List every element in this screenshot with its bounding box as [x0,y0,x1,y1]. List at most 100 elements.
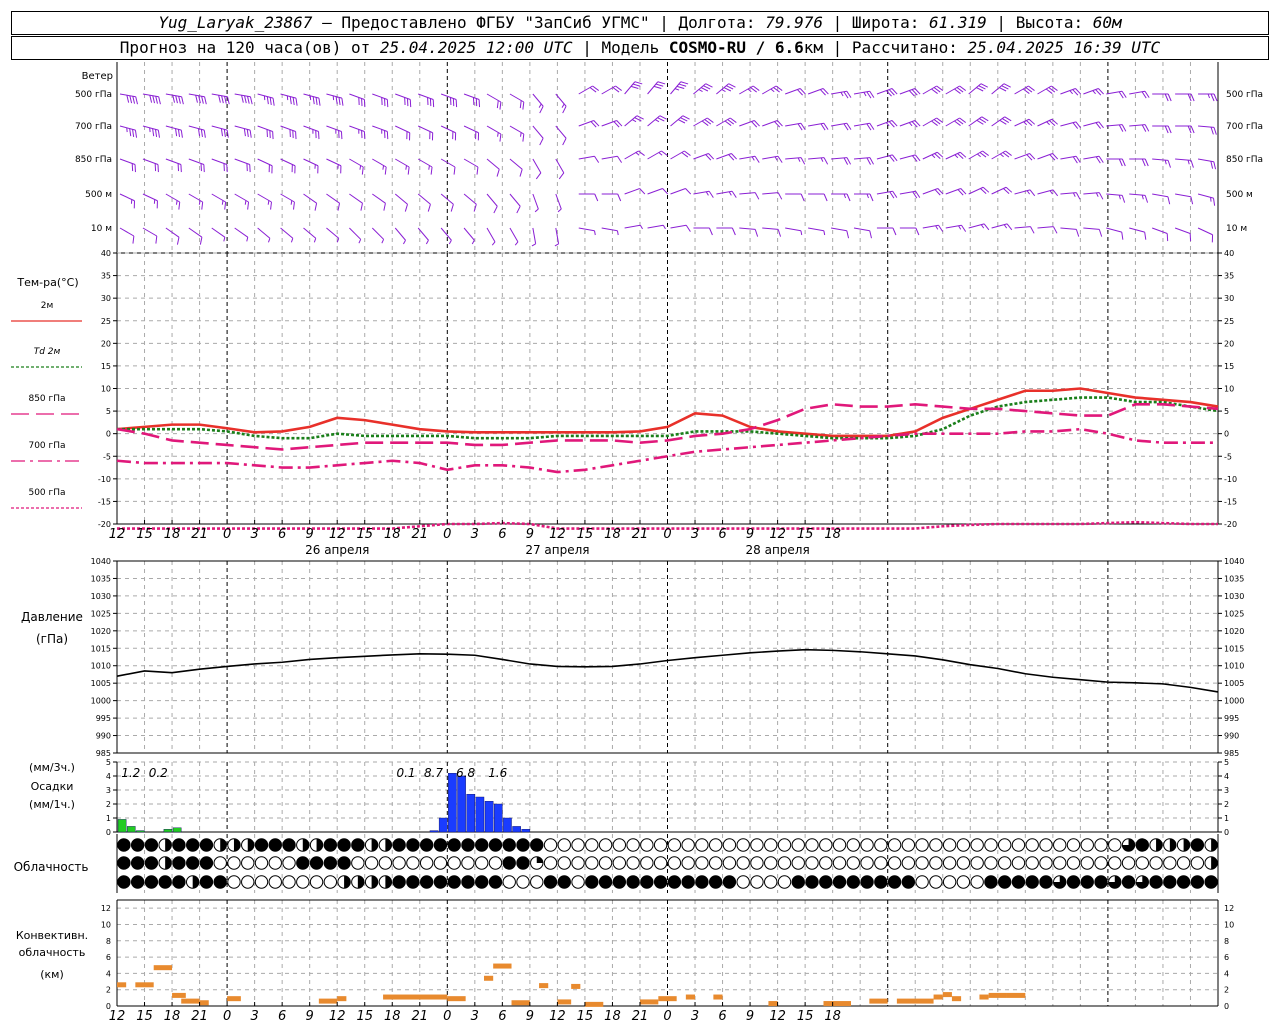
wind-barb-feather [1075,192,1081,200]
wind-barb-shaft [165,93,182,98]
wind-barb [532,158,542,180]
wind-barb-feather [201,96,204,104]
wind-barb-half-feather [244,200,247,205]
wind-barb-half-feather [382,165,385,170]
conv-axis-label-2: облачность [19,946,86,959]
precip-bar [117,819,127,833]
time-axis-top-tick-label: 12 [769,527,786,542]
wind-barb [463,158,479,175]
wind-barb [1197,193,1216,206]
wind-barb-feather [678,83,687,87]
cloud-cover-symbol-fill [131,838,144,852]
wind-barb-feather [132,129,135,137]
wind-barb-feather [731,227,736,236]
cloud-cover-symbol-fill [1163,875,1177,889]
conv-ytick-label: 10 [1224,920,1234,929]
cloud-cover-symbol [241,875,255,889]
wind-barb-shaft [762,227,779,230]
wind-barb-shaft [1129,227,1145,233]
conv-cloud-bar [896,998,934,1004]
wind-barb-half-feather [514,241,519,246]
wind-barb [831,193,851,202]
wind-barb [785,88,806,96]
cloud-cover-symbol-ring [543,856,558,870]
cloud-cover-symbol [364,838,379,852]
wind-barb-half-feather [1141,194,1144,200]
wind-barb-shaft [945,117,960,127]
wind-barb [945,151,967,160]
conv-unit-label: (км) [40,968,64,981]
precip-ytick-label: 4 [1224,772,1229,781]
wind-barb [1037,85,1058,95]
wind-barb [486,93,502,110]
wind-barb [624,115,644,127]
wind-barb [372,193,386,211]
cloud-cover-symbol [681,838,695,852]
cloud-cover-symbol [667,838,682,852]
cloud-cover-symbol-fill [434,838,447,852]
wind-barb [762,120,783,128]
cloud-cover-symbol-ring [984,856,998,870]
pressure-unit-label: (гПа) [36,632,68,646]
wind-barb-feather [1003,83,1011,88]
time-axis-top-tick-label: 12 [549,527,566,542]
cloud-cover-symbol-ring [970,838,984,852]
cloud-cover-symbol-fill [530,838,543,852]
cloud-cover-symbol [708,875,723,889]
cloud-cover-symbol-ring [1080,838,1094,852]
cloud-cover-symbol [860,875,874,889]
cloud-cover-symbol [736,838,750,852]
wind-barb-shaft [211,125,228,131]
time-axis-bottom-tick-label: 18 [604,1009,621,1024]
wind-barb-shaft [463,158,479,168]
cloud-cover-symbol-fill [640,875,654,889]
wind-barb-feather [1210,161,1214,169]
wind-barb-shaft [486,93,502,103]
meteogram: Yug_Laryak_23867 — Предоставлено ФГБУ "З… [0,0,1280,1024]
cloud-cover-symbol [475,856,489,870]
cloud-cover-symbol [750,856,764,870]
wind-barb-shaft [761,85,777,95]
cloud-cover-symbol [447,856,461,870]
wind-barb [670,188,692,195]
precip-3h-total: 8.7 [424,766,443,780]
wind-barb-feather [1190,196,1194,205]
cloud-cover-symbol [1066,875,1081,889]
conv-cloud-bar [484,975,494,981]
wind-barb-shaft [1152,193,1169,198]
wind-barb-shaft [991,186,1007,195]
wind-barb [830,122,852,131]
cloud-cover-symbol-ring [805,838,819,852]
wind-barb [509,158,523,177]
cloud-cover-symbol-ring [846,856,860,870]
wind-barb-feather [676,85,685,90]
precip-ytick-label: 5 [1224,758,1229,767]
wind-barb-shaft [486,125,502,135]
wind-barb [578,193,599,202]
wind-barb [785,157,806,165]
cloud-cover-symbol [543,875,558,889]
wind-barb [670,150,691,160]
cloud-cover-symbol [130,875,145,889]
cloud-cover-symbol [736,875,750,889]
temp-ytick-label: 40 [101,249,111,258]
pressure-ytick-label: 1025 [1224,609,1244,618]
cloud-cover-symbol-ring [447,856,461,870]
cloud-cover-symbol-fill [984,875,998,889]
wind-barb [1152,193,1171,205]
wind-barb-feather [632,83,641,87]
wind-barb-feather [594,155,600,163]
wind-barb-feather [1190,125,1195,134]
wind-barb [486,193,498,214]
wind-barb-feather [657,81,666,85]
wind-barb [991,186,1013,195]
wind-barb [1198,125,1217,135]
wind-barb [1037,118,1059,127]
conv-cloud-bar [153,965,173,971]
wind-barb [142,125,160,138]
cloud-cover-symbol [653,856,668,870]
time-axis-bottom-tick-label: 21 [191,1009,208,1024]
cloud-cover-symbol [1149,856,1163,870]
wind-barb-shaft [211,158,227,165]
wind-barb-feather [1098,192,1104,200]
